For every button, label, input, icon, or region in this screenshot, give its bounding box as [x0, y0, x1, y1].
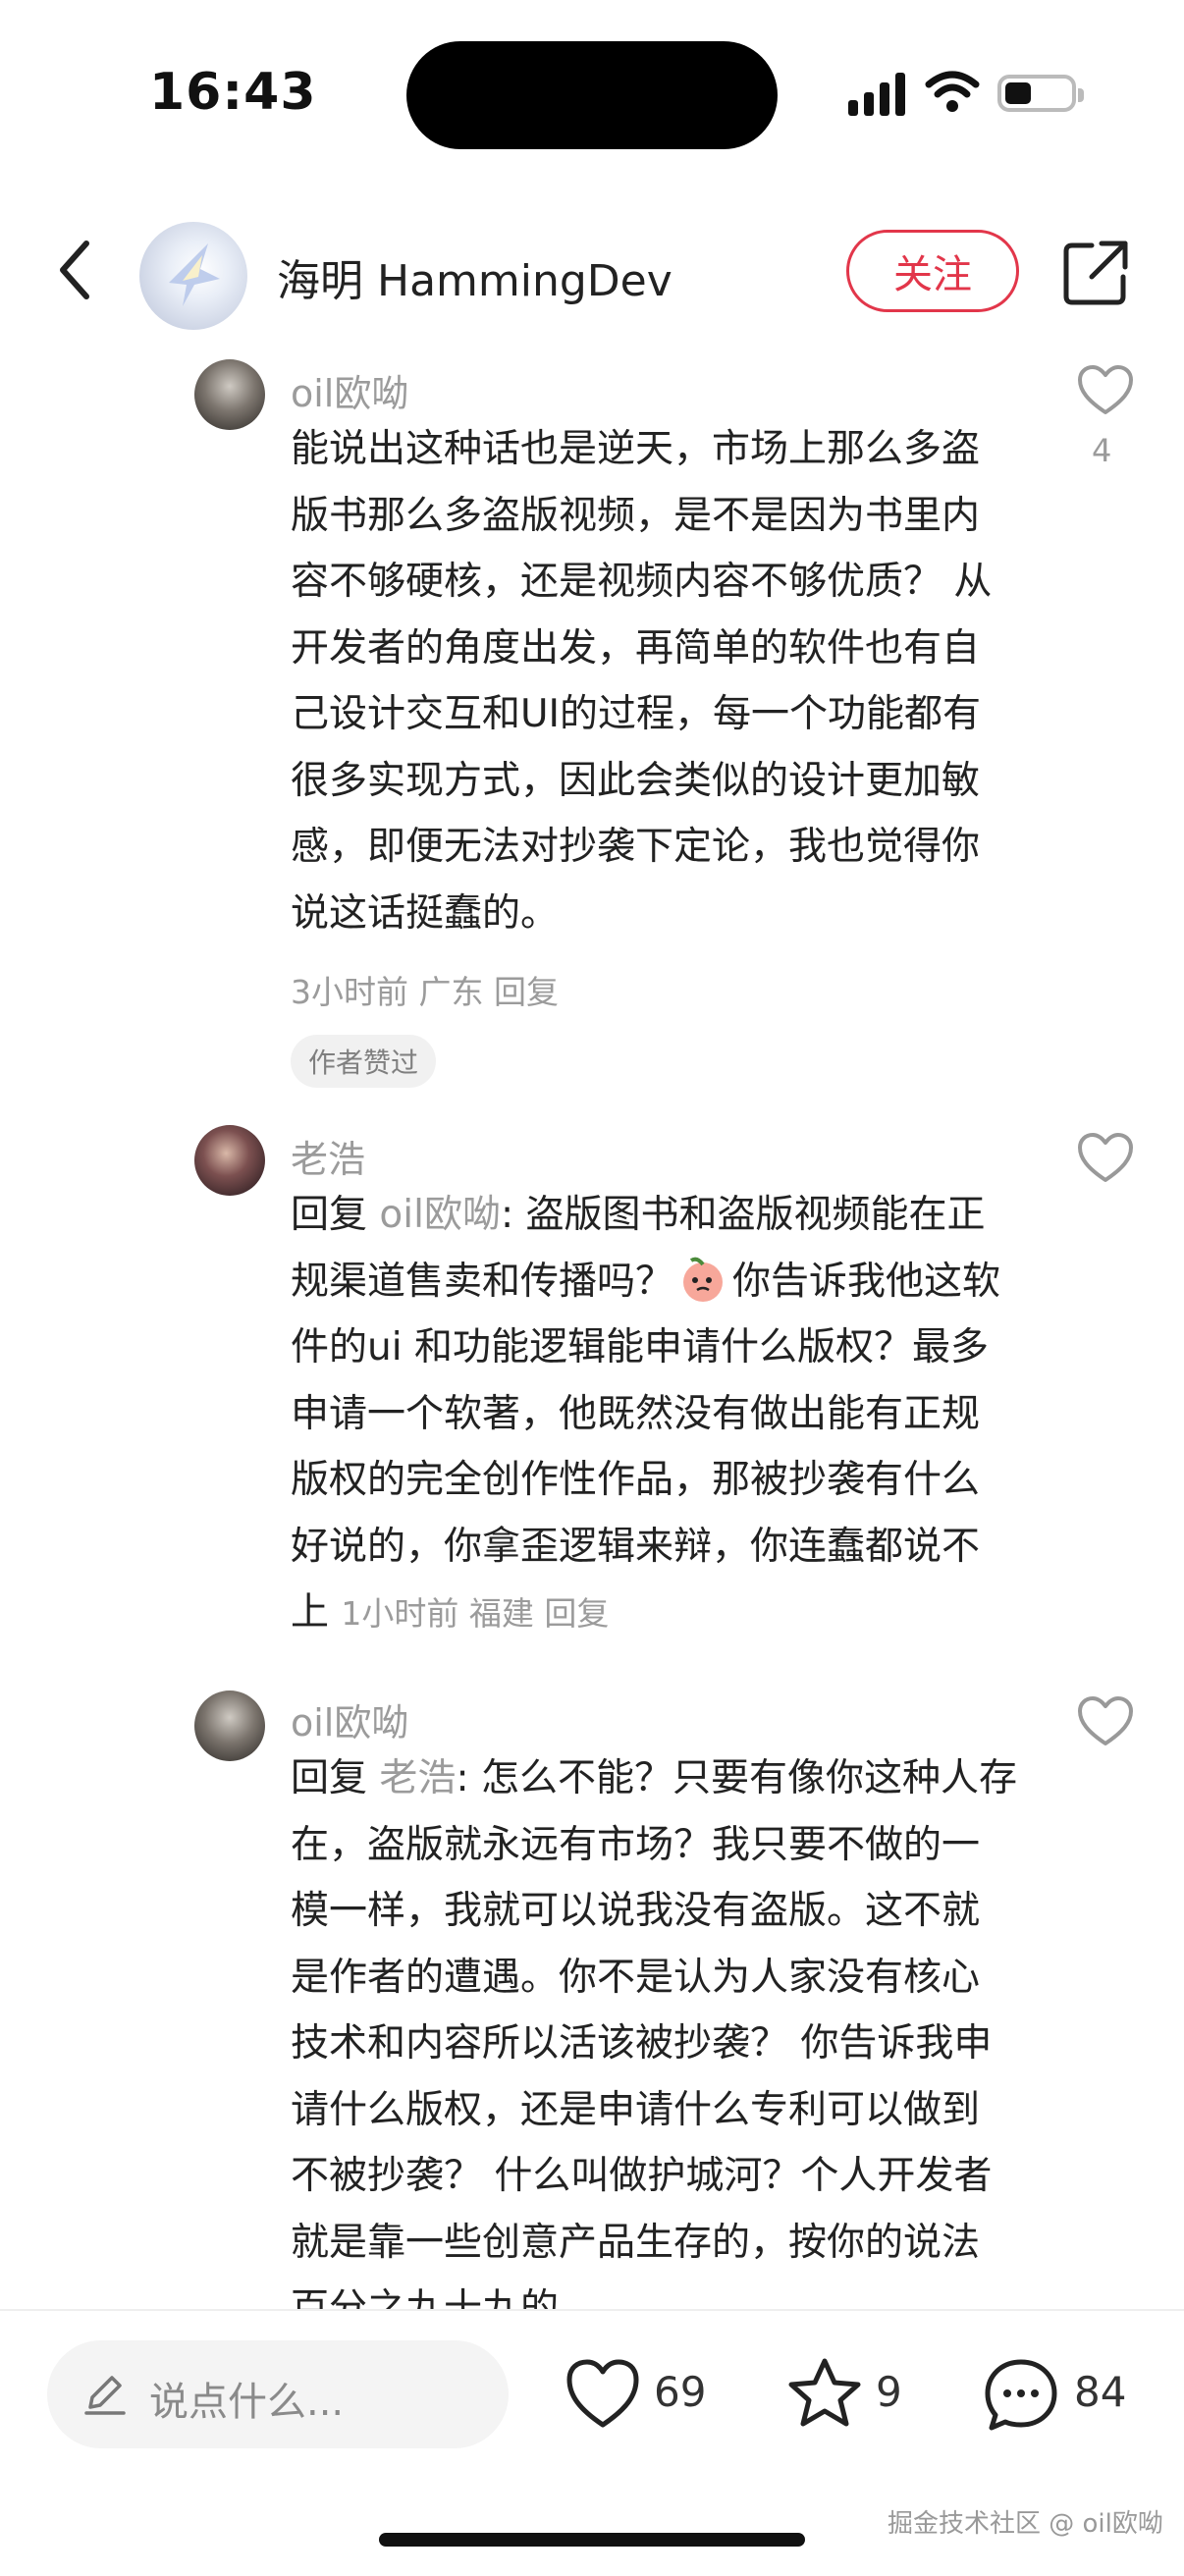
follow-button[interactable]: 关注: [846, 230, 1019, 312]
reply-target-user[interactable]: oil欧呦: [379, 1193, 501, 1237]
peach-emoji-icon: [683, 1257, 724, 1302]
comment-text: 能说出这种话也是逆天，市场上那么多盗版书那么多盗版视频，是不是因为书里内容不够硬…: [291, 427, 993, 936]
avatar[interactable]: [194, 1690, 265, 1761]
comment-text: 回复 老浩: 怎么不能？只要有像你这种人存在，盗版就永远有市场？我只要不做的一模…: [291, 1745, 1017, 2309]
wifi-icon: [925, 71, 980, 112]
watermark: 掘金技术社区 @ oil欧呦: [888, 2509, 1163, 2539]
comment-button[interactable]: 84: [982, 2356, 1158, 2435]
author-avatar[interactable]: [139, 222, 247, 330]
clock: 16:43: [149, 63, 317, 122]
share-icon[interactable]: [1062, 240, 1129, 306]
comment-username[interactable]: oil欧呦: [291, 1692, 408, 1746]
post-header: 海明 HammingDev 关注: [0, 206, 1184, 334]
status-bar: 16:43: [0, 0, 1184, 187]
avatar[interactable]: [194, 1125, 265, 1196]
author-name[interactable]: 海明 HammingDev: [277, 245, 673, 308]
comment-meta[interactable]: 1小时前 福建 回复: [341, 1594, 609, 1633]
reply-prefix: 回复: [291, 1193, 368, 1237]
reply-prefix: 回复: [291, 1756, 368, 1800]
comment-total: 84: [1074, 2368, 1127, 2416]
input-placeholder: 说点什么...: [149, 2380, 345, 2425]
collect-total: 9: [876, 2368, 902, 2416]
heart-icon: [566, 2359, 639, 2428]
collect-button[interactable]: 9: [785, 2356, 913, 2435]
like-total: 69: [654, 2368, 707, 2416]
comment-input[interactable]: 说点什么...: [47, 2340, 509, 2448]
comment-text-part: : 怎么不能？只要有像你这种人存在，盗版就永远有市场？我只要不做的一模一样，我就…: [291, 1756, 1017, 2309]
dynamic-island: [406, 41, 778, 149]
pen-icon: [84, 2376, 126, 2415]
cellular-signal-icon: [848, 71, 905, 116]
like-heart-icon[interactable]: [1076, 1131, 1135, 1184]
star-icon: [788, 2358, 861, 2427]
comment-username[interactable]: 老浩: [291, 1129, 365, 1183]
comment-meta[interactable]: 3小时前 广东 回复: [291, 966, 559, 1013]
comment-bubble-icon: [985, 2359, 1057, 2431]
comment-text-part: 你告诉我他这软件的ui 和功能逻辑能申请什么版权？最多申请一个软著，他既然没有做…: [291, 1259, 1001, 1636]
home-indicator[interactable]: [379, 2533, 805, 2547]
like-heart-icon[interactable]: [1076, 1694, 1135, 1747]
like-count: 4: [1092, 432, 1112, 469]
battery-icon: [997, 75, 1084, 112]
like-button[interactable]: 69: [564, 2356, 721, 2435]
author-liked-badge: 作者赞过: [291, 1035, 437, 1088]
comment-text: 回复 oil欧呦: 盗版图书和盗版视频能在正规渠道售卖和传播吗？ 你告诉我他这软…: [291, 1182, 1017, 1647]
reply-target-user[interactable]: 老浩: [379, 1756, 456, 1800]
comment-username[interactable]: oil欧呦: [291, 363, 408, 417]
like-heart-icon[interactable]: [1076, 363, 1135, 416]
avatar[interactable]: [194, 359, 265, 430]
back-icon[interactable]: [51, 236, 100, 304]
